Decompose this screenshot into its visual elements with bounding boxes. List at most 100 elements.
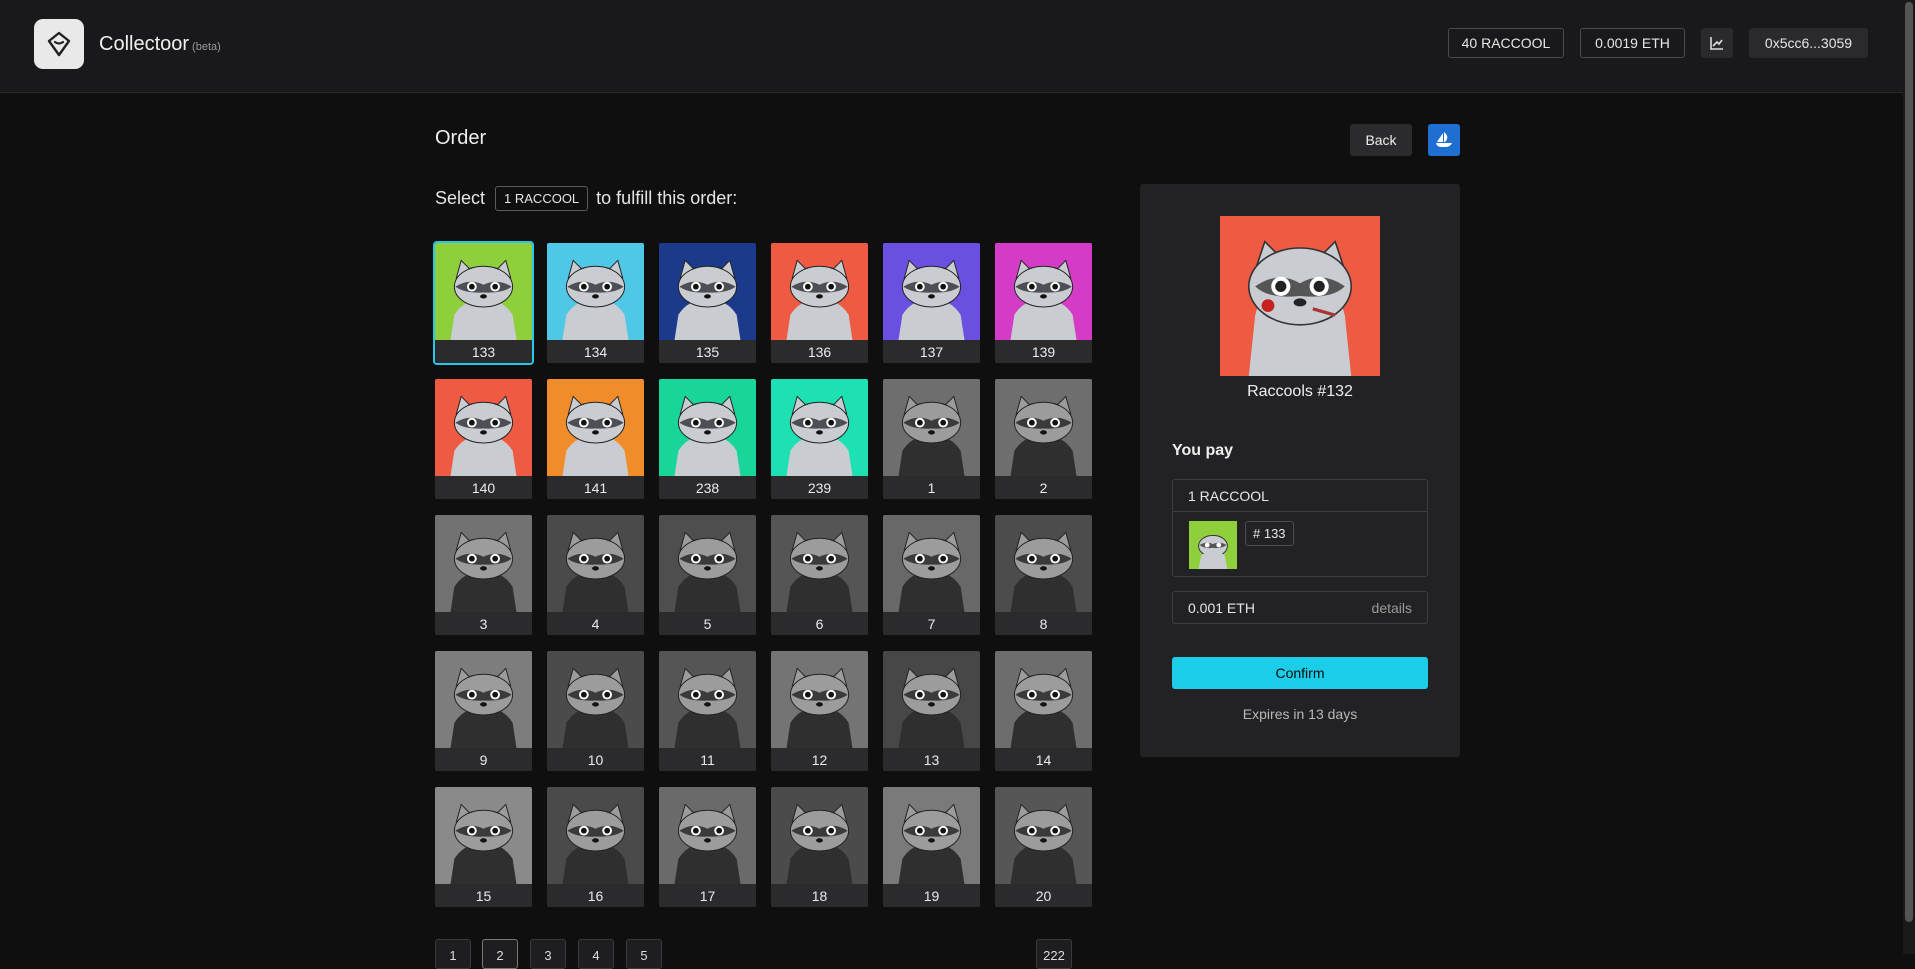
nft-card-number: 239 (771, 476, 868, 499)
nft-card[interactable]: 3 (435, 515, 532, 635)
nft-image (547, 787, 644, 884)
nft-card[interactable]: 141 (547, 379, 644, 499)
page-button-2[interactable]: 2 (482, 939, 518, 969)
back-button[interactable]: Back (1350, 124, 1412, 156)
nft-card[interactable]: 133 (433, 241, 534, 365)
nft-card-number: 16 (547, 884, 644, 907)
nft-card-number: 140 (435, 476, 532, 499)
nft-card-number: 8 (995, 612, 1092, 635)
nft-card[interactable]: 6 (771, 515, 868, 635)
eth-amount-field: 0.001 ETH details (1172, 591, 1428, 624)
nft-image (771, 787, 868, 884)
nft-image (547, 243, 644, 340)
app-name: Collectoor (beta) (99, 33, 221, 56)
nft-image (771, 243, 868, 340)
nft-card-number: 5 (659, 612, 756, 635)
pay-item-thumbnail (1189, 521, 1237, 569)
nft-card-number: 18 (771, 884, 868, 907)
nft-image (435, 651, 532, 748)
nft-image (435, 787, 532, 884)
chart-icon (1710, 37, 1723, 50)
nft-image (883, 515, 980, 612)
page-scrollbar[interactable] (1903, 0, 1915, 954)
nft-image (995, 243, 1092, 340)
nft-image (771, 651, 868, 748)
opensea-icon (1436, 132, 1452, 147)
you-pay-label: You pay (1172, 442, 1234, 459)
page-button-3[interactable]: 3 (530, 939, 566, 969)
nft-card[interactable]: 9 (435, 651, 532, 771)
nft-image (547, 651, 644, 748)
wallet-address-button[interactable]: 0x5cc6...3059 (1749, 28, 1868, 58)
nft-card-number: 19 (883, 884, 980, 907)
nft-card-number: 3 (435, 612, 532, 635)
eth-balance-button[interactable]: 0.0019 ETH (1580, 28, 1685, 58)
nft-image (995, 379, 1092, 476)
nft-card[interactable]: 1 (883, 379, 980, 499)
nft-card-number: 1 (883, 476, 980, 499)
nft-image (883, 243, 980, 340)
confirm-button[interactable]: Confirm (1172, 657, 1428, 689)
chart-button[interactable] (1701, 28, 1733, 58)
nft-card[interactable]: 13 (883, 651, 980, 771)
page-button-4[interactable]: 4 (578, 939, 614, 969)
nft-card[interactable]: 238 (659, 379, 756, 499)
details-link[interactable]: details (1372, 600, 1412, 616)
nft-image (659, 243, 756, 340)
app-title: Collectoor (99, 33, 190, 55)
nft-image (435, 243, 532, 340)
select-amount-chip: 1 RACCOOL (495, 186, 589, 211)
nft-image (659, 787, 756, 884)
token-balance-button[interactable]: 40 RACCOOL (1448, 28, 1564, 58)
pay-item-id: # 133 (1245, 521, 1294, 546)
nft-card[interactable]: 15 (435, 787, 532, 907)
expires-text: Expires in 13 days (1242, 706, 1358, 722)
nft-card[interactable]: 7 (883, 515, 980, 635)
nft-card-number: 14 (995, 748, 1092, 771)
nft-card-number: 12 (771, 748, 868, 771)
opensea-button[interactable] (1428, 124, 1460, 156)
logo-icon (47, 31, 71, 57)
nft-card-number: 134 (547, 340, 644, 363)
order-nft-image (1220, 216, 1380, 376)
nft-image (995, 787, 1092, 884)
nft-card[interactable]: 136 (771, 243, 868, 363)
nft-card[interactable]: 11 (659, 651, 756, 771)
nft-card[interactable]: 14 (995, 651, 1092, 771)
raccoon-illustration (1248, 240, 1352, 376)
nft-card[interactable]: 2 (995, 379, 1092, 499)
nft-image (659, 379, 756, 476)
nft-card[interactable]: 20 (995, 787, 1092, 907)
nft-card-number: 6 (771, 612, 868, 635)
nft-card[interactable]: 134 (547, 243, 644, 363)
nft-card-number: 139 (995, 340, 1092, 363)
nft-card[interactable]: 5 (659, 515, 756, 635)
nft-card-number: 20 (995, 884, 1092, 907)
nft-image (995, 515, 1092, 612)
nft-card[interactable]: 18 (771, 787, 868, 907)
nft-card-number: 7 (883, 612, 980, 635)
nft-card-number: 136 (771, 340, 868, 363)
nft-card[interactable]: 16 (547, 787, 644, 907)
nft-card[interactable]: 139 (995, 243, 1092, 363)
page-button-1[interactable]: 1 (435, 939, 471, 969)
nft-card[interactable]: 239 (771, 379, 868, 499)
nft-card[interactable]: 10 (547, 651, 644, 771)
page-button-5[interactable]: 5 (626, 939, 662, 969)
nft-card[interactable]: 140 (435, 379, 532, 499)
nft-card-number: 4 (547, 612, 644, 635)
app-logo[interactable] (34, 19, 84, 69)
order-panel: Raccools #132 You pay 1 RACCOOL # 133 0.… (1140, 184, 1460, 757)
nft-image (659, 651, 756, 748)
nft-card[interactable]: 135 (659, 243, 756, 363)
nft-card[interactable]: 12 (771, 651, 868, 771)
nft-card[interactable]: 17 (659, 787, 756, 907)
nft-card[interactable]: 8 (995, 515, 1092, 635)
page-button-222[interactable]: 222 (1036, 939, 1072, 969)
nft-card[interactable]: 19 (883, 787, 980, 907)
top-bar: Collectoor (beta) 40 RACCOOL 0.0019 ETH 0… (0, 0, 1915, 93)
nft-card[interactable]: 137 (883, 243, 980, 363)
nft-card-number: 141 (547, 476, 644, 499)
nft-image (547, 515, 644, 612)
nft-card[interactable]: 4 (547, 515, 644, 635)
